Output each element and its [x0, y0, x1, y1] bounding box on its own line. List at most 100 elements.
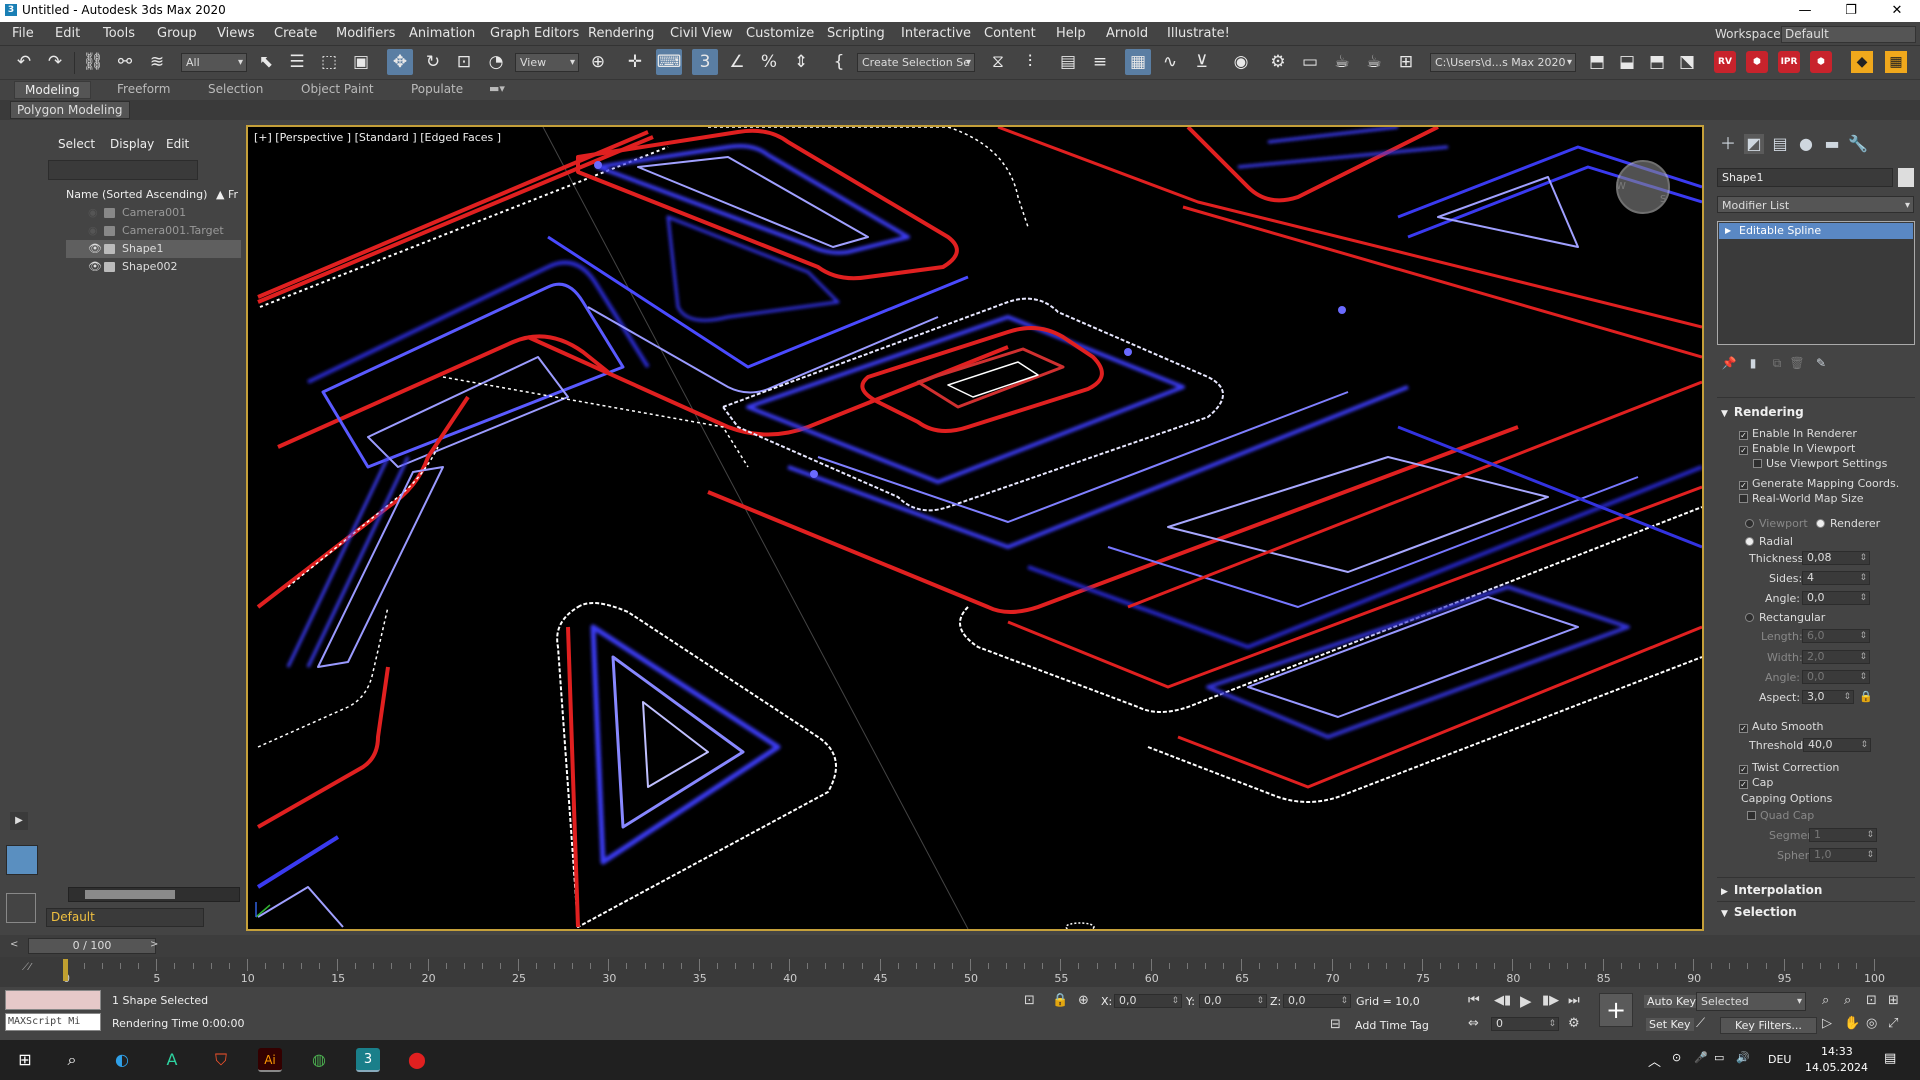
menu-civil-view[interactable]: Civil View	[670, 26, 733, 41]
rendered-frame-window-icon[interactable]: ▭	[1297, 49, 1323, 75]
renderer-radio[interactable]: Renderer	[1816, 517, 1880, 530]
maxscript-mini-listener[interactable]: MAXScript Mi	[5, 1013, 101, 1031]
enable-in-viewport-checkbox[interactable]: ✓ Enable In Viewport	[1739, 442, 1855, 455]
angle-snap-icon[interactable]: ∠	[724, 49, 750, 75]
menu-illustrate[interactable]: Illustrate!	[1167, 26, 1230, 41]
tab-freeform[interactable]: Freeform	[117, 82, 170, 96]
go-to-end-icon[interactable]: ⏭	[1568, 993, 1580, 1008]
maximize-viewport-icon[interactable]: ⤢	[1888, 1016, 1898, 1031]
modifier-list-dropdown[interactable]: Modifier List	[1717, 196, 1914, 213]
generate-mapping-coords-checkbox[interactable]: ✓ Generate Mapping Coords.	[1739, 477, 1899, 490]
scene-tab-edit[interactable]: Edit	[166, 137, 189, 151]
display-panel-icon[interactable]: ▬	[1822, 134, 1842, 154]
spinner-snap-icon[interactable]: ⇕	[788, 49, 814, 75]
menu-content[interactable]: Content	[984, 26, 1036, 41]
notifications-icon[interactable]: ▤	[1884, 1051, 1896, 1066]
maxscript-listener-field[interactable]	[5, 990, 101, 1010]
menu-help[interactable]: Help	[1056, 26, 1086, 41]
redshift-ipr-icon[interactable]: IPR	[1778, 51, 1800, 73]
sort-ascending-icon[interactable]: ▲ Fr	[216, 186, 238, 203]
sides-spinner[interactable]: 4	[1802, 571, 1870, 585]
network-icon[interactable]: ▭	[1714, 1051, 1724, 1064]
select-manipulate-icon[interactable]: ✛	[622, 49, 648, 75]
menu-interactive[interactable]: Interactive	[901, 26, 971, 41]
zoom-icon[interactable]: ⌕	[1822, 993, 1829, 1008]
tab-object-paint[interactable]: Object Paint	[301, 82, 374, 96]
tab-modeling[interactable]: Modeling	[14, 81, 91, 99]
scrollbar-thumb[interactable]	[85, 890, 175, 899]
open-project-folder-icon[interactable]: ⬒	[1584, 49, 1610, 75]
input-language[interactable]: DEU	[1768, 1053, 1791, 1066]
enable-in-renderer-checkbox[interactable]: ✓ Enable In Renderer	[1739, 427, 1857, 440]
scene-tab-select[interactable]: Select	[58, 137, 95, 151]
hierarchy-panel-icon[interactable]: ▤	[1770, 134, 1790, 154]
quad-cap-checkbox[interactable]: Quad Cap	[1747, 809, 1814, 822]
schematic-view-icon[interactable]: ⊻	[1189, 49, 1215, 75]
thickness-spinner[interactable]: 0,08	[1802, 551, 1870, 565]
modify-panel-icon[interactable]: ◩	[1744, 134, 1764, 154]
auto-key-button[interactable]: Auto Key	[1644, 995, 1699, 1008]
bind-space-warp-icon[interactable]: ≋	[144, 49, 170, 75]
percent-snap-icon[interactable]: %	[756, 49, 782, 75]
create-panel-icon[interactable]: ＋	[1718, 134, 1738, 154]
3ds-max-taskbar-icon[interactable]: 3	[356, 1048, 380, 1072]
scene-column-header[interactable]: Name (Sorted Ascending) ▲ Fr	[66, 186, 241, 203]
edit-named-selection-icon[interactable]: {	[826, 49, 852, 75]
reference-coordinate-dropdown[interactable]: View	[515, 53, 579, 72]
sphere-spinner[interactable]: 1,0	[1809, 848, 1877, 862]
visibility-eye-icon[interactable]: 👁	[88, 240, 102, 258]
restore-button[interactable]: ❐	[1828, 0, 1874, 22]
time-slider-left-arrow[interactable]: <	[10, 939, 18, 950]
edge-browser-icon[interactable]: ◐	[110, 1048, 134, 1072]
scene-search-input[interactable]	[48, 160, 198, 180]
toggle-scene-explorer-icon[interactable]: ▤	[1055, 49, 1081, 75]
segments-spinner[interactable]: 1	[1809, 828, 1877, 842]
object-name-field[interactable]: Shape1	[1717, 168, 1893, 187]
mirror-icon[interactable]: ⧖	[985, 49, 1011, 75]
key-mode-dropdown[interactable]: Selected	[1696, 992, 1806, 1011]
layer-dropdown[interactable]: Default	[46, 908, 204, 927]
menu-scripting[interactable]: Scripting	[827, 26, 885, 41]
illustrator-icon[interactable]: Ai	[258, 1048, 282, 1072]
set-key-filter-icon[interactable]: ⟋	[1696, 1016, 1705, 1031]
toggle-layer-explorer-icon[interactable]: ≡	[1087, 49, 1113, 75]
redshift-stop-icon[interactable]: ⬢	[1810, 51, 1832, 73]
pin-stack-icon[interactable]: 📌	[1719, 353, 1739, 373]
z-coordinate-spinner[interactable]: 0,0	[1283, 994, 1351, 1008]
window-crossing-icon[interactable]: ▣	[348, 49, 374, 75]
tab-selection[interactable]: Selection	[208, 82, 263, 96]
close-button[interactable]: ✕	[1874, 0, 1920, 22]
current-frame-spinner[interactable]: 0	[1491, 1017, 1559, 1031]
expand-panel-icon[interactable]: ▶	[10, 812, 28, 830]
width-spinner[interactable]: 2,0	[1802, 650, 1870, 664]
menu-customize[interactable]: Customize	[746, 26, 814, 41]
key-filters-button[interactable]: Key Filters...	[1720, 1017, 1817, 1034]
menu-graph-editors[interactable]: Graph Editors	[490, 26, 579, 41]
windows-start-icon[interactable]: ⊞	[13, 1048, 37, 1072]
scene-item-shape1[interactable]: 👁 Shape1	[66, 240, 241, 258]
lock-aspect-icon[interactable]: 🔒	[1859, 690, 1873, 703]
visibility-eye-icon[interactable]: ◉	[88, 204, 98, 222]
keyboard-shortcut-override-icon[interactable]: ⌨	[656, 49, 682, 75]
workspaces-dropdown[interactable]: Default	[1781, 26, 1916, 43]
set-key-button[interactable]: +	[1599, 993, 1633, 1027]
twist-correction-checkbox[interactable]: ✓ Twist Correction	[1739, 761, 1839, 774]
selection-rollout-header[interactable]: ▼ Selection	[1721, 905, 1797, 919]
material-editor-icon[interactable]: ◉	[1228, 49, 1254, 75]
redshift-icon[interactable]: ⬢	[1746, 51, 1768, 73]
select-by-name-icon[interactable]: ☰	[284, 49, 310, 75]
scene-item-camera001-target[interactable]: ◉ Camera001.Target	[66, 222, 241, 240]
time-configuration-icon[interactable]: ⚙	[1568, 1016, 1580, 1031]
menu-animation[interactable]: Animation	[409, 26, 475, 41]
go-to-start-icon[interactable]: ⏮	[1468, 993, 1480, 1008]
menu-rendering[interactable]: Rendering	[588, 26, 654, 41]
orbit-icon[interactable]: ◎	[1866, 1016, 1877, 1031]
auto-smooth-checkbox[interactable]: ✓ Auto Smooth	[1739, 720, 1823, 733]
time-slider-handle[interactable]: 0 / 100	[28, 938, 156, 954]
polygon-modeling-label[interactable]: Polygon Modeling	[10, 101, 130, 119]
scale-icon[interactable]: ⊡	[451, 49, 477, 75]
project-folder-dropdown[interactable]: C:\Users\d...s Max 2020	[1430, 53, 1576, 72]
menu-create[interactable]: Create	[274, 26, 317, 41]
menu-file[interactable]: File	[12, 26, 34, 41]
curve-editor-icon[interactable]: ∿	[1157, 49, 1183, 75]
